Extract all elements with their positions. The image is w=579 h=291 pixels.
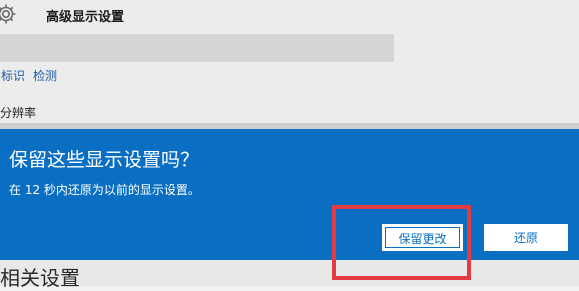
identify-link[interactable]: 标识 bbox=[1, 67, 25, 84]
gear-icon bbox=[0, 2, 18, 26]
display-preview-area bbox=[0, 34, 394, 62]
dialog-title: 保留这些显示设置吗？ bbox=[9, 149, 200, 171]
bottom-area bbox=[0, 260, 579, 286]
related-settings-heading: 相关设置 bbox=[0, 266, 80, 290]
revert-button[interactable]: 还原 bbox=[484, 224, 568, 251]
dialog-message: 在 12 秒内还原为以前的显示设置。 bbox=[9, 183, 200, 197]
title-bar: 高级显示设置 bbox=[0, 0, 579, 34]
window-title: 高级显示设置 bbox=[46, 10, 125, 25]
keep-settings-dialog: 保留这些显示设置吗？ 在 12 秒内还原为以前的显示设置。 保留更改 还原 bbox=[0, 129, 579, 260]
resolution-label: 分辨率 bbox=[0, 106, 37, 120]
detect-link[interactable]: 检测 bbox=[33, 67, 57, 84]
keep-changes-button[interactable]: 保留更改 bbox=[382, 224, 463, 251]
